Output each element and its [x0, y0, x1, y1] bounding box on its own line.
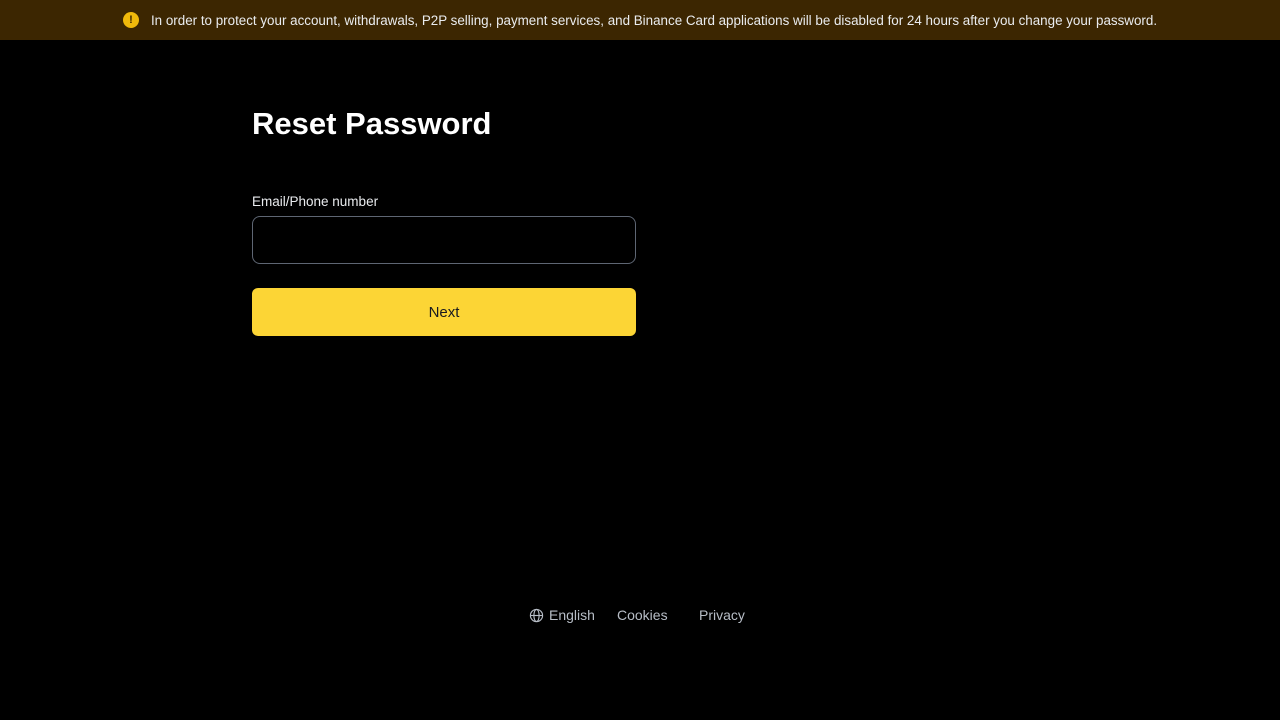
language-label: English: [549, 607, 595, 623]
next-button[interactable]: Next: [252, 288, 636, 336]
language-selector[interactable]: English: [529, 604, 595, 626]
exclamation-icon: !: [122, 12, 139, 28]
banner-text: In order to protect your account, withdr…: [150, 12, 1158, 28]
globe-icon: [529, 608, 544, 622]
security-warning-banner: ! In order to protect your account, with…: [0, 0, 1280, 40]
email-phone-label: Email/Phone number: [252, 194, 379, 209]
page-title: Reset Password: [252, 106, 492, 141]
email-phone-input[interactable]: [252, 216, 636, 264]
footer: English Cookies Privacy: [0, 604, 1280, 626]
privacy-link[interactable]: Privacy: [699, 604, 745, 626]
cookies-link[interactable]: Cookies: [617, 604, 668, 626]
